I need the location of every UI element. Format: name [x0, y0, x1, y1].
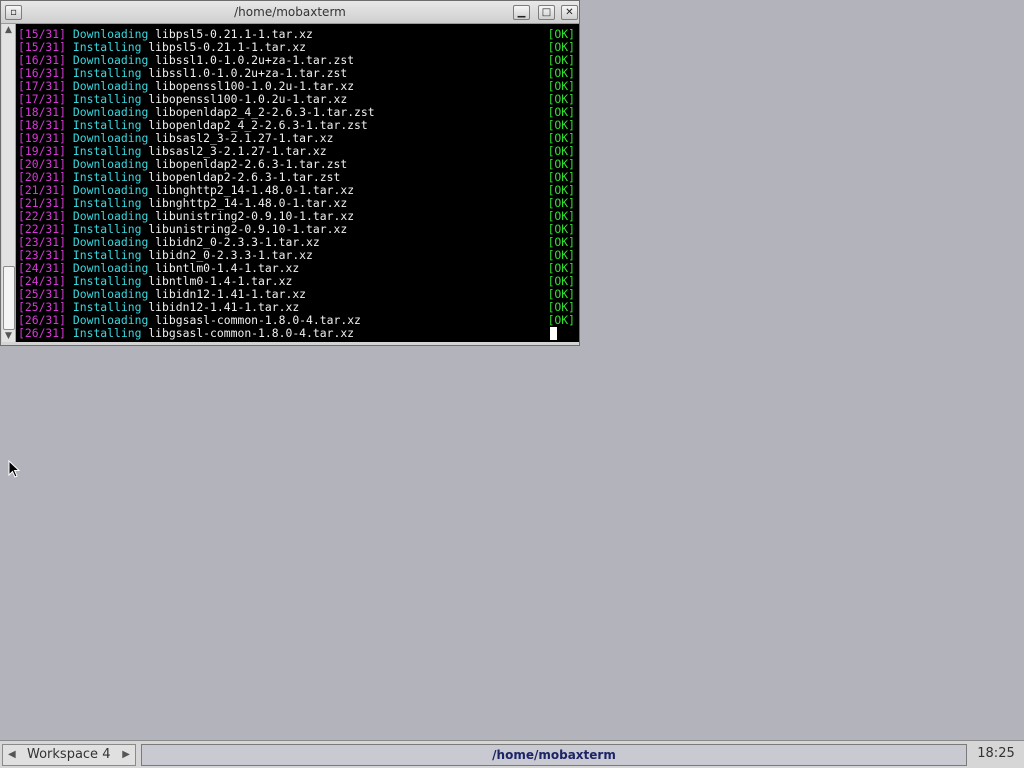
step-number: [21/31] [18, 196, 67, 210]
step-number: [25/31] [18, 287, 67, 301]
action-label: Installing [72, 170, 142, 184]
package-filename: libsasl2_3-2.1.27-1.tar.xz [148, 144, 327, 158]
step-number: [23/31] [18, 235, 67, 249]
action-label: Installing [72, 326, 142, 340]
package-filename: libopenldap2_4_2-2.6.3-1.tar.zst [155, 105, 375, 119]
action-label: Downloading [72, 27, 149, 41]
step-number: [22/31] [18, 222, 67, 236]
step-number: [26/31] [18, 313, 67, 327]
action-label: Installing [72, 40, 142, 54]
workspace-prev-icon[interactable]: ◀ [8, 745, 16, 765]
step-number: [23/31] [18, 248, 67, 262]
package-filename: libopenldap2-2.6.3-1.tar.zst [155, 157, 348, 171]
package-filename: libssl1.0-1.0.2u+za-1.tar.zst [148, 66, 348, 80]
terminal-window[interactable]: ▫ /home/mobaxterm ▁ □ ✕ ▲ ▼ [15/31] Down… [0, 0, 580, 346]
package-filename: libgsasl-common-1.8.0-4.tar.xz [148, 326, 355, 340]
package-filename: libntlm0-1.4-1.tar.xz [148, 274, 293, 288]
package-filename: libidn12-1.41-1.tar.xz [148, 300, 300, 314]
action-label: Downloading [72, 131, 149, 145]
scroll-down-arrow-icon[interactable]: ▼ [2, 330, 15, 342]
clock: 18:25 [977, 746, 1015, 761]
workspace-next-icon[interactable]: ▶ [122, 745, 130, 765]
step-number: [17/31] [18, 79, 67, 93]
package-filename: libidn2_0-2.3.3-1.tar.xz [148, 248, 313, 262]
action-label: Installing [72, 222, 142, 236]
step-number: [18/31] [18, 118, 67, 132]
step-number: [19/31] [18, 144, 67, 158]
scroll-up-arrow-icon[interactable]: ▲ [2, 24, 15, 36]
action-label: Installing [72, 92, 142, 106]
action-label: Downloading [72, 53, 149, 67]
package-filename: libnghttp2_14-1.48.0-1.tar.xz [148, 196, 348, 210]
step-number: [22/31] [18, 209, 67, 223]
package-filename: libidn12-1.41-1.tar.xz [155, 287, 307, 301]
package-filename: libopenldap2_4_2-2.6.3-1.tar.zst [148, 118, 368, 132]
step-number: [16/31] [18, 66, 67, 80]
package-filename: libpsl5-0.21.1-1.tar.xz [148, 40, 307, 54]
action-label: Downloading [72, 261, 149, 275]
action-label: Downloading [72, 157, 149, 171]
action-label: Installing [72, 144, 142, 158]
action-label: Installing [72, 300, 142, 314]
package-filename: libssl1.0-1.0.2u+za-1.tar.zst [155, 53, 355, 67]
action-label: Downloading [72, 287, 149, 301]
package-filename: libpsl5-0.21.1-1.tar.xz [155, 27, 313, 41]
action-label: Downloading [72, 183, 149, 197]
package-filename: libidn2_0-2.3.3-1.tar.xz [155, 235, 320, 249]
step-number: [25/31] [18, 300, 67, 314]
step-number: [15/31] [18, 40, 67, 54]
step-number: [21/31] [18, 183, 67, 197]
maximize-button[interactable]: □ [538, 5, 555, 20]
vertical-scrollbar[interactable]: ▲ ▼ [2, 24, 16, 342]
step-number: [26/31] [18, 326, 67, 340]
terminal-line: [26/31] Installing libgsasl-common-1.8.0… [18, 327, 577, 340]
terminal-output[interactable]: [15/31] Downloading libpsl5-0.21.1-1.tar… [16, 24, 579, 342]
action-label: Downloading [72, 105, 149, 119]
action-label: Downloading [72, 79, 149, 93]
package-filename: libunistring2-0.9.10-1.tar.xz [148, 222, 348, 236]
step-number: [15/31] [18, 27, 67, 41]
step-number: [20/31] [18, 170, 67, 184]
package-filename: libopenldap2-2.6.3-1.tar.zst [148, 170, 341, 184]
window-bottom-border [16, 342, 579, 345]
step-number: [24/31] [18, 274, 67, 288]
action-label: Downloading [72, 313, 149, 327]
taskbar: ◀ Workspace 4 ▶ /home/mobaxterm 18:25 [0, 740, 1024, 768]
step-number: [16/31] [18, 53, 67, 67]
package-filename: libnghttp2_14-1.48.0-1.tar.xz [155, 183, 355, 197]
action-label: Downloading [72, 235, 149, 249]
status-ok: [OK] [547, 313, 575, 327]
action-label: Installing [72, 274, 142, 288]
workspace-switcher[interactable]: ◀ Workspace 4 ▶ [2, 744, 136, 766]
package-filename: libunistring2-0.9.10-1.tar.xz [155, 209, 355, 223]
package-filename: libgsasl-common-1.8.0-4.tar.xz [155, 313, 361, 327]
package-filename: libsasl2_3-2.1.27-1.tar.xz [155, 131, 334, 145]
scrollbar-thumb[interactable] [3, 266, 15, 330]
mouse-pointer-icon [8, 460, 20, 478]
step-number: [17/31] [18, 92, 67, 106]
minimize-button[interactable]: ▁ [513, 5, 530, 20]
step-number: [18/31] [18, 105, 67, 119]
step-number: [20/31] [18, 157, 67, 171]
step-number: [19/31] [18, 131, 67, 145]
action-label: Installing [72, 66, 142, 80]
action-label: Installing [72, 118, 142, 132]
action-label: Downloading [72, 209, 149, 223]
action-label: Installing [72, 248, 142, 262]
package-filename: libntlm0-1.4-1.tar.xz [155, 261, 300, 275]
action-label: Installing [72, 196, 142, 210]
package-filename: libopenssl100-1.0.2u-1.tar.xz [155, 79, 355, 93]
taskbar-task-mobaxterm[interactable]: /home/mobaxterm [141, 744, 967, 766]
package-filename: libopenssl100-1.0.2u-1.tar.xz [148, 92, 348, 106]
window-title: /home/mobaxterm [234, 5, 346, 19]
step-number: [24/31] [18, 261, 67, 275]
window-titlebar[interactable]: ▫ /home/mobaxterm ▁ □ ✕ [1, 1, 579, 24]
workspace-label: Workspace 4 [27, 747, 111, 762]
close-button[interactable]: ✕ [561, 5, 578, 20]
